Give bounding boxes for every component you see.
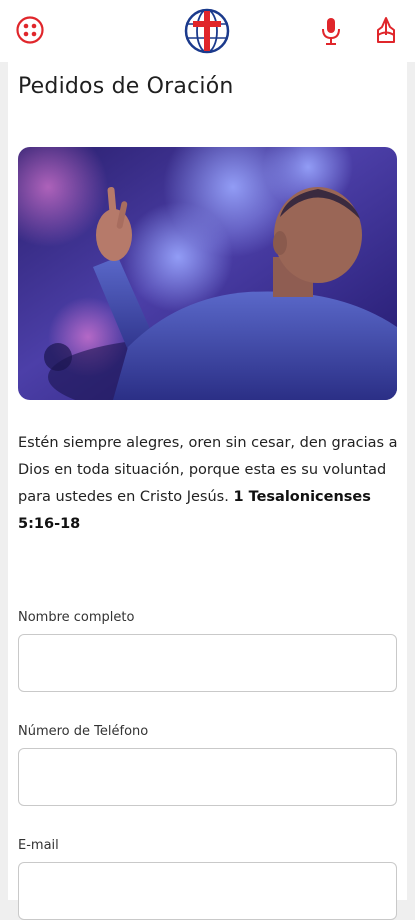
page-title: Pedidos de Oración bbox=[18, 74, 234, 99]
bible-verse: Estén siempre alegres, oren sin cesar, d… bbox=[18, 430, 398, 538]
top-app-bar bbox=[0, 0, 415, 62]
microphone-icon[interactable] bbox=[318, 16, 344, 46]
email-field[interactable] bbox=[18, 862, 397, 920]
email-field-label: E-mail bbox=[18, 838, 59, 853]
phone-field-label: Número de Teléfono bbox=[18, 724, 149, 739]
cross-globe-logo[interactable] bbox=[183, 7, 231, 55]
name-field-label: Nombre completo bbox=[18, 610, 135, 625]
grid-menu-icon[interactable] bbox=[15, 15, 45, 45]
praying-hands-icon[interactable] bbox=[372, 15, 400, 45]
hero-worship-image bbox=[18, 147, 397, 400]
phone-field[interactable] bbox=[18, 748, 397, 806]
name-field[interactable] bbox=[18, 634, 397, 692]
prayer-request-page: Pedidos de Oración Estén siempre alegres… bbox=[8, 62, 407, 920]
